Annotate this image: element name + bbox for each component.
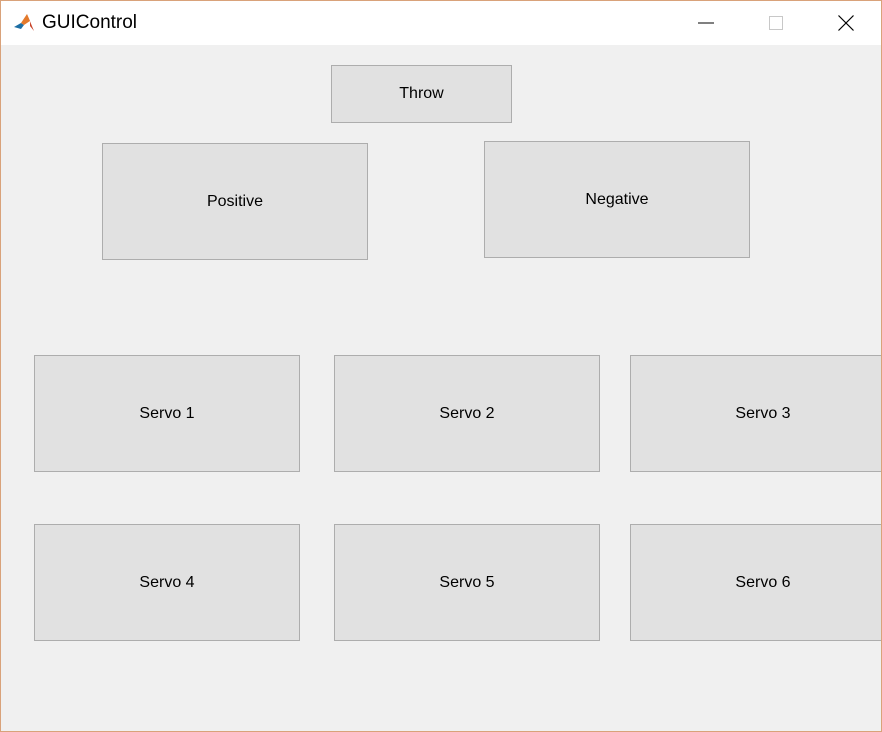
throw-button[interactable]: Throw [331, 65, 512, 123]
close-icon [838, 15, 854, 31]
maximize-button[interactable] [741, 1, 811, 45]
servo-3-button[interactable]: Servo 3 [630, 355, 881, 472]
negative-button[interactable]: Negative [484, 141, 750, 258]
window-title: GUIControl [42, 12, 138, 33]
title-bar[interactable]: GUIControl [1, 1, 881, 45]
matlab-icon [13, 12, 35, 34]
minimize-icon [698, 22, 714, 24]
servo-6-button[interactable]: Servo 6 [630, 524, 881, 641]
app-window: GUIControl Throw Positive Negative Servo… [0, 0, 882, 732]
positive-button[interactable]: Positive [102, 143, 368, 260]
servo-4-button[interactable]: Servo 4 [34, 524, 300, 641]
servo-5-button[interactable]: Servo 5 [334, 524, 600, 641]
minimize-button[interactable] [671, 1, 741, 45]
servo-2-button[interactable]: Servo 2 [334, 355, 600, 472]
figure-panel: Throw Positive Negative Servo 1 Servo 2 … [1, 45, 881, 731]
maximize-icon [769, 16, 783, 30]
servo-1-button[interactable]: Servo 1 [34, 355, 300, 472]
close-button[interactable] [811, 1, 881, 45]
